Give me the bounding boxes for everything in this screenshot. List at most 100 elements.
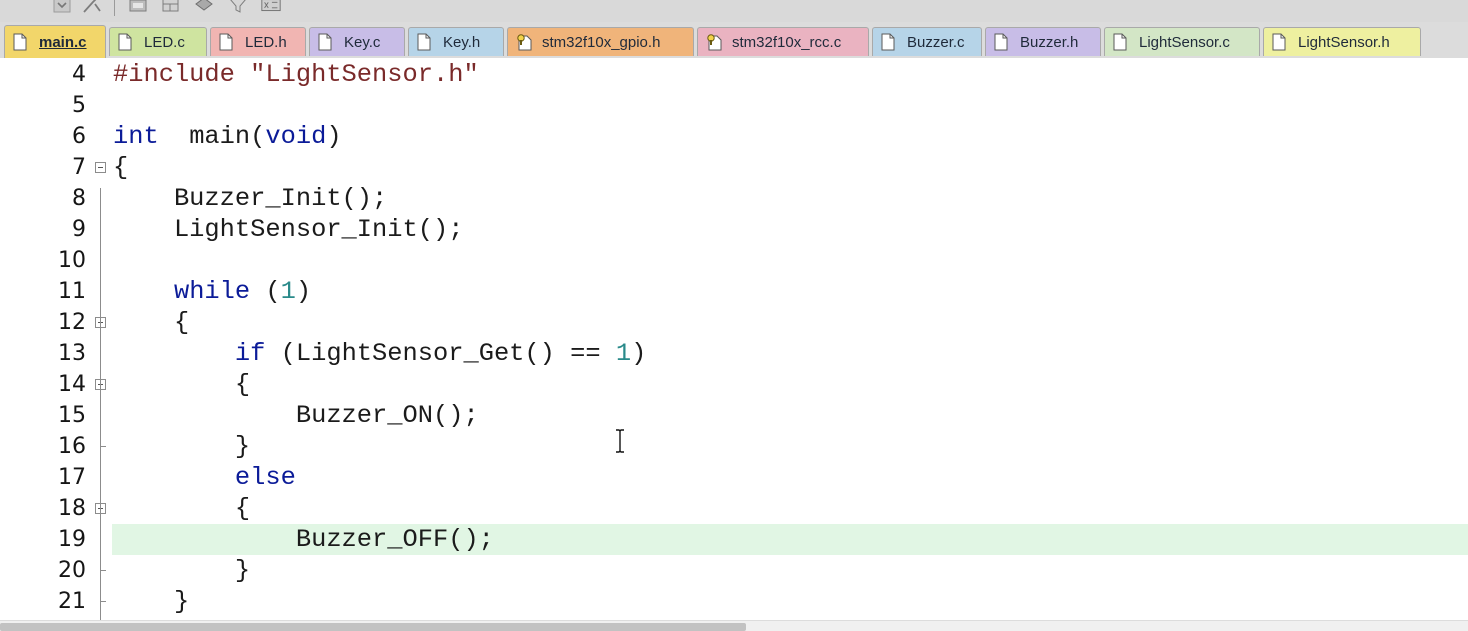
code-token: #include bbox=[113, 60, 251, 89]
code-token: Buzzer_OFF(); bbox=[113, 525, 494, 554]
text-cursor-icon bbox=[616, 429, 624, 453]
tab-buzzer-c[interactable]: Buzzer.c bbox=[872, 27, 982, 56]
tab-key-h[interactable]: Key.h bbox=[408, 27, 504, 56]
file-icon bbox=[219, 33, 233, 51]
code-token: Buzzer_Init(); bbox=[113, 184, 388, 213]
code-text: } bbox=[113, 431, 250, 462]
code-line[interactable]: 17 else bbox=[0, 462, 1468, 493]
file-icon bbox=[13, 33, 27, 51]
tab-label: Key.h bbox=[443, 33, 481, 51]
window-layout-icon[interactable] bbox=[160, 0, 182, 16]
code-token: ( bbox=[250, 277, 281, 306]
filter-icon[interactable] bbox=[227, 0, 249, 16]
locked-file-icon bbox=[706, 33, 722, 51]
line-number: 10 bbox=[58, 248, 86, 273]
code-line[interactable]: 7{ bbox=[0, 152, 1468, 183]
code-token: 1 bbox=[280, 277, 296, 306]
configure-icon[interactable] bbox=[260, 0, 282, 16]
line-number: 15 bbox=[58, 403, 86, 428]
tab-key-c[interactable]: Key.c bbox=[309, 27, 405, 56]
project-icon[interactable] bbox=[127, 0, 149, 16]
line-number: 14 bbox=[58, 372, 86, 397]
tab-label: LED.c bbox=[144, 33, 185, 51]
line-number: 16 bbox=[58, 434, 86, 459]
line-number: 12 bbox=[58, 310, 86, 335]
code-token: ) bbox=[295, 277, 312, 306]
tab-label: stm32f10x_gpio.h bbox=[542, 33, 661, 51]
code-token: } bbox=[113, 556, 251, 585]
wizard-icon[interactable] bbox=[81, 0, 103, 16]
code-token: LightSensor_Init(); bbox=[113, 215, 464, 244]
code-text: int main(void) bbox=[113, 121, 342, 152]
code-line[interactable]: 19 Buzzer_OFF(); bbox=[0, 524, 1468, 555]
tab-label: stm32f10x_rcc.c bbox=[732, 33, 842, 51]
file-icon bbox=[118, 33, 132, 51]
tab-lightsensor-c[interactable]: LightSensor.c bbox=[1104, 27, 1260, 56]
line-number: 18 bbox=[58, 496, 86, 521]
code-line[interactable]: 18 { bbox=[0, 493, 1468, 524]
code-text: { bbox=[113, 369, 250, 400]
code-text: } bbox=[113, 586, 189, 617]
file-icon bbox=[994, 33, 1008, 51]
line-number: 5 bbox=[72, 93, 86, 118]
line-number: 17 bbox=[58, 465, 86, 490]
tab-stm32f10x-gpio-h[interactable]: stm32f10x_gpio.h bbox=[507, 27, 694, 56]
code-line[interactable]: 4 #include "LightSensor.h" bbox=[0, 59, 1468, 90]
fold-guide-main bbox=[100, 188, 101, 620]
code-line[interactable]: 5 bbox=[0, 90, 1468, 121]
code-line[interactable]: 8 Buzzer_Init(); bbox=[0, 183, 1468, 214]
code-text: { bbox=[113, 307, 189, 338]
line-number: 9 bbox=[72, 217, 86, 242]
code-token: { bbox=[113, 308, 190, 337]
code-text: else bbox=[113, 462, 296, 493]
code-token: void bbox=[265, 122, 327, 151]
code-line[interactable]: 9 LightSensor_Init(); bbox=[0, 214, 1468, 245]
manage-components-icon[interactable] bbox=[193, 0, 215, 16]
dropdown-icon[interactable] bbox=[51, 0, 73, 16]
code-line[interactable]: 11 while (1) bbox=[0, 276, 1468, 307]
code-line[interactable]: 10 bbox=[0, 245, 1468, 276]
code-editor[interactable]: 4 #include "LightSensor.h" 5 6 int main(void… bbox=[0, 59, 1468, 620]
code-token: Buzzer_ON(); bbox=[113, 401, 479, 430]
code-line[interactable]: 16 } bbox=[0, 431, 1468, 462]
code-token: (LightSensor_Get() == bbox=[265, 339, 616, 368]
horizontal-scrollbar[interactable] bbox=[0, 620, 1468, 631]
code-token: 1 bbox=[615, 339, 632, 368]
code-token: } bbox=[113, 432, 251, 461]
code-text: if (LightSensor_Get() == 1) bbox=[113, 338, 646, 369]
code-line[interactable]: 20 } bbox=[0, 555, 1468, 586]
tab-led-h[interactable]: LED.h bbox=[210, 27, 306, 56]
code-line[interactable]: 15 Buzzer_ON(); bbox=[0, 400, 1468, 431]
line-number: 21 bbox=[58, 589, 86, 614]
code-line[interactable]: 13 if (LightSensor_Get() == 1) bbox=[0, 338, 1468, 369]
code-line[interactable]: 14 { bbox=[0, 369, 1468, 400]
line-number: 20 bbox=[58, 558, 86, 583]
line-number: 13 bbox=[58, 341, 86, 366]
tab-label: Key.c bbox=[344, 33, 381, 51]
code-text: LightSensor_Init(); bbox=[113, 214, 464, 245]
tab-label: Buzzer.c bbox=[907, 33, 965, 51]
code-line[interactable]: 21 } bbox=[0, 586, 1468, 617]
code-token: { bbox=[113, 370, 251, 399]
code-line[interactable]: 6 int main(void) bbox=[0, 121, 1468, 152]
code-token: ) bbox=[631, 339, 647, 368]
tab-stm32f10x-rcc-c[interactable]: stm32f10x_rcc.c bbox=[697, 27, 869, 56]
code-line[interactable]: 12 { bbox=[0, 307, 1468, 338]
tab-label: LightSensor.h bbox=[1298, 33, 1390, 51]
line-number: 19 bbox=[58, 527, 86, 552]
tab-main-c[interactable]: main.c bbox=[4, 25, 106, 58]
code-text: } bbox=[113, 555, 250, 586]
tab-buzzer-h[interactable]: Buzzer.h bbox=[985, 27, 1101, 56]
line-number: 7 bbox=[72, 155, 86, 180]
tab-led-c[interactable]: LED.c bbox=[109, 27, 207, 56]
code-token: main( bbox=[158, 122, 266, 151]
tab-label: LightSensor.c bbox=[1139, 33, 1230, 51]
toolbar bbox=[0, 0, 1468, 23]
locked-file-icon bbox=[516, 33, 532, 51]
file-icon bbox=[1272, 33, 1286, 51]
code-text: { bbox=[113, 493, 250, 524]
fold-toggle-icon[interactable] bbox=[95, 162, 106, 173]
code-token: } bbox=[113, 587, 190, 616]
tab-lightsensor-h[interactable]: LightSensor.h bbox=[1263, 27, 1421, 56]
